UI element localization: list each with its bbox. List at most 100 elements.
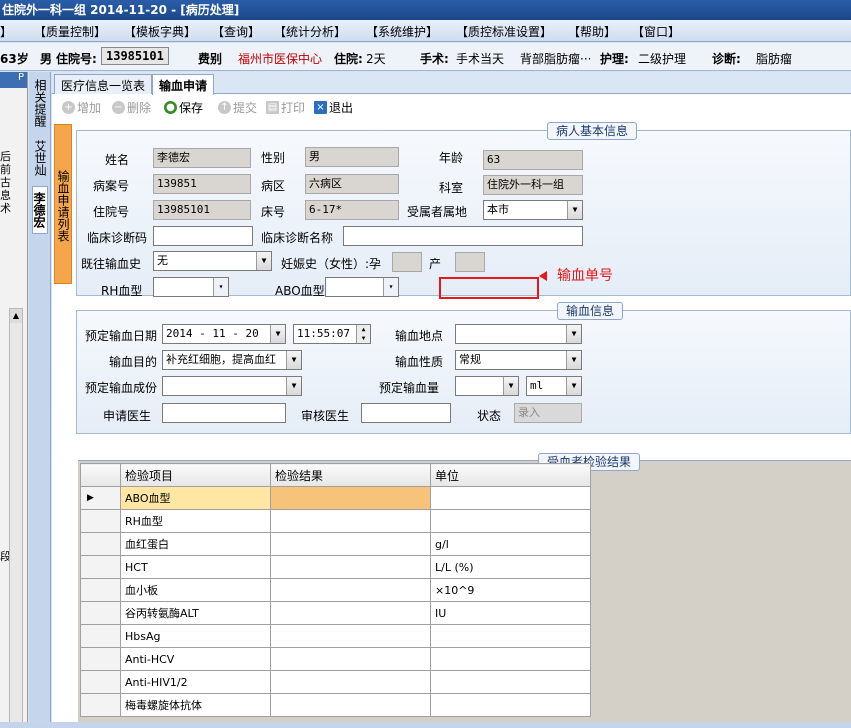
lab-result[interactable] [270, 509, 431, 533]
print-button[interactable]: ▤ 打印 [266, 99, 305, 116]
table-row[interactable]: 血红蛋白 g/l [80, 532, 591, 556]
lab-item[interactable]: HCT [120, 555, 271, 579]
left-pane: P 后前古息术 段 ▲ ▼ [0, 72, 28, 728]
pin-icon[interactable]: P [0, 72, 27, 88]
amount-select[interactable]: ▼ [455, 376, 519, 396]
menu-item-window[interactable]: 【窗口】 [632, 23, 680, 40]
lab-result[interactable] [270, 647, 431, 671]
birth-field[interactable] [455, 252, 485, 272]
pregnancy-field[interactable] [392, 252, 422, 272]
table-row[interactable]: Anti-HIV1/2 [80, 670, 591, 694]
table-row[interactable]: 谷丙转氨酶ALT IU [80, 601, 591, 625]
table-row[interactable]: 血小板 ×10^9 [80, 578, 591, 602]
lab-result[interactable] [270, 555, 431, 579]
lab-item[interactable]: 梅毒螺旋体抗体 [120, 693, 271, 717]
unit-select[interactable]: ml ▼ [526, 376, 582, 396]
lab-item[interactable]: Anti-HIV1/2 [120, 670, 271, 694]
diag-name-input[interactable] [343, 226, 583, 246]
column-header-item[interactable]: 检验项目 [120, 463, 271, 487]
tab-medical-info[interactable]: 医疗信息一览表 [54, 74, 153, 94]
doctor-input[interactable] [162, 403, 286, 423]
patient-age: 63岁 [0, 52, 29, 66]
stay-label: 住院: [334, 52, 363, 66]
menu-item-qc-standard[interactable]: 【质控标准设置】 [456, 23, 552, 40]
menu-item-quality-control[interactable]: 【质量控制】 [34, 23, 106, 40]
scroll-up-icon[interactable]: ▲ [10, 309, 22, 323]
age-label: 年龄 [439, 151, 464, 165]
column-header-result[interactable]: 检验结果 [270, 463, 431, 487]
lab-result[interactable] [270, 532, 431, 556]
delete-button[interactable]: − 删除 [112, 99, 151, 116]
lab-result[interactable] [270, 670, 431, 694]
chevron-down-icon: ▼ [256, 252, 271, 270]
lab-result[interactable] [270, 486, 431, 510]
time-spinner[interactable]: 11:55:07 ▲ ▼ [293, 324, 371, 344]
exit-button[interactable]: × 退出 [314, 99, 353, 116]
purpose-select[interactable]: 补充红细胞，提高血红 ▼ [162, 350, 302, 370]
table-row[interactable]: 梅毒螺旋体抗体 [80, 693, 591, 717]
window-title: 住院外一科一组 2014-11-20 - [病历处理] [0, 0, 851, 20]
origin-select[interactable]: 本市 ▼ [483, 200, 583, 220]
chevron-down-icon: ▼ [286, 377, 301, 395]
row-indicator [80, 624, 121, 648]
row-indicator [80, 555, 121, 579]
menu-item-query[interactable]: 【查询】 [212, 23, 260, 40]
table-row[interactable]: HCT L/L (%) [80, 555, 591, 579]
component-select[interactable]: ▼ [162, 376, 302, 396]
abo-select[interactable]: ▾ [325, 277, 399, 297]
tab-transfusion-request[interactable]: 输血申请 [152, 74, 215, 95]
rh-select[interactable]: ▾ [153, 277, 229, 297]
lab-unit [430, 670, 591, 694]
menu-item-cut[interactable]: 】 [0, 23, 12, 40]
dept-label: 科室 [439, 181, 464, 195]
nature-select[interactable]: 常规 ▼ [455, 350, 582, 370]
vtab-patient-ai[interactable]: 艾世灿 [32, 136, 48, 180]
vtab-reminders[interactable]: 相关提醒 [32, 74, 48, 132]
save-button[interactable]: ● 保存 [164, 99, 203, 116]
lab-item[interactable]: 谷丙转氨酶ALT [120, 601, 271, 625]
date-picker[interactable]: 2014 - 11 - 20 ▼ [162, 324, 286, 344]
diag-code-input[interactable] [153, 226, 253, 246]
save-label: 保存 [179, 101, 204, 115]
status-label: 状态 [477, 409, 502, 423]
transfusion-history-label: 既往输血史 [81, 257, 142, 271]
table-row[interactable]: Anti-HCV [80, 647, 591, 671]
menu-item-statistics[interactable]: 【统计分析】 [274, 23, 346, 40]
lab-result[interactable] [270, 601, 431, 625]
location-select[interactable]: ▼ [455, 324, 582, 344]
lab-item[interactable]: 血小板 [120, 578, 271, 602]
amount-label: 预定输血量 [379, 381, 440, 395]
left-pane-scrollbar[interactable]: ▲ ▼ [9, 308, 23, 728]
lab-item[interactable]: ABO血型 [120, 486, 271, 510]
lab-item[interactable]: Anti-HCV [120, 647, 271, 671]
lab-item[interactable]: HbsAg [120, 624, 271, 648]
birth-label: 产 [429, 257, 442, 271]
origin-value: 本市 [487, 203, 509, 216]
table-row[interactable]: HbsAg [80, 624, 591, 648]
menu-item-help[interactable]: 【帮助】 [568, 23, 616, 40]
diag-code-label: 临床诊断码 [87, 231, 148, 245]
print-label: 打印 [281, 101, 306, 115]
menu-item-template-dict[interactable]: 【模板字典】 [124, 23, 196, 40]
submit-button[interactable]: ↑ 提交 [218, 99, 257, 116]
table-row[interactable]: ▶ ABO血型 [80, 486, 591, 510]
column-header-unit[interactable]: 单位 [430, 463, 591, 487]
fee-value: 福州市医保中心 [238, 52, 323, 66]
transfusion-list-tab[interactable]: 输血申请列表 [54, 124, 72, 284]
lab-result[interactable] [270, 578, 431, 602]
lab-item[interactable]: 血红蛋白 [120, 532, 271, 556]
printer-icon: ▤ [266, 101, 279, 114]
pregnancy-label: 妊娠史（女性）:孕 [281, 257, 382, 271]
menu-item-system-maintenance[interactable]: 【系统维护】 [366, 23, 438, 40]
table-row[interactable]: RH血型 [80, 509, 591, 533]
vtab-patient-li[interactable]: 李德宏 [32, 186, 48, 234]
reviewer-input[interactable] [361, 403, 451, 423]
fee-label: 费别 [198, 52, 223, 66]
add-button[interactable]: + 增加 [62, 99, 101, 116]
lab-result[interactable] [270, 624, 431, 648]
lab-item[interactable]: RH血型 [120, 509, 271, 533]
bottom-border [0, 722, 851, 728]
lab-result[interactable] [270, 693, 431, 717]
lab-results-table: 检验项目 检验结果 单位 ▶ ABO血型 RH血型 血红蛋白 g/l HCT L… [80, 463, 591, 717]
transfusion-history-select[interactable]: 无 ▼ [153, 251, 272, 271]
